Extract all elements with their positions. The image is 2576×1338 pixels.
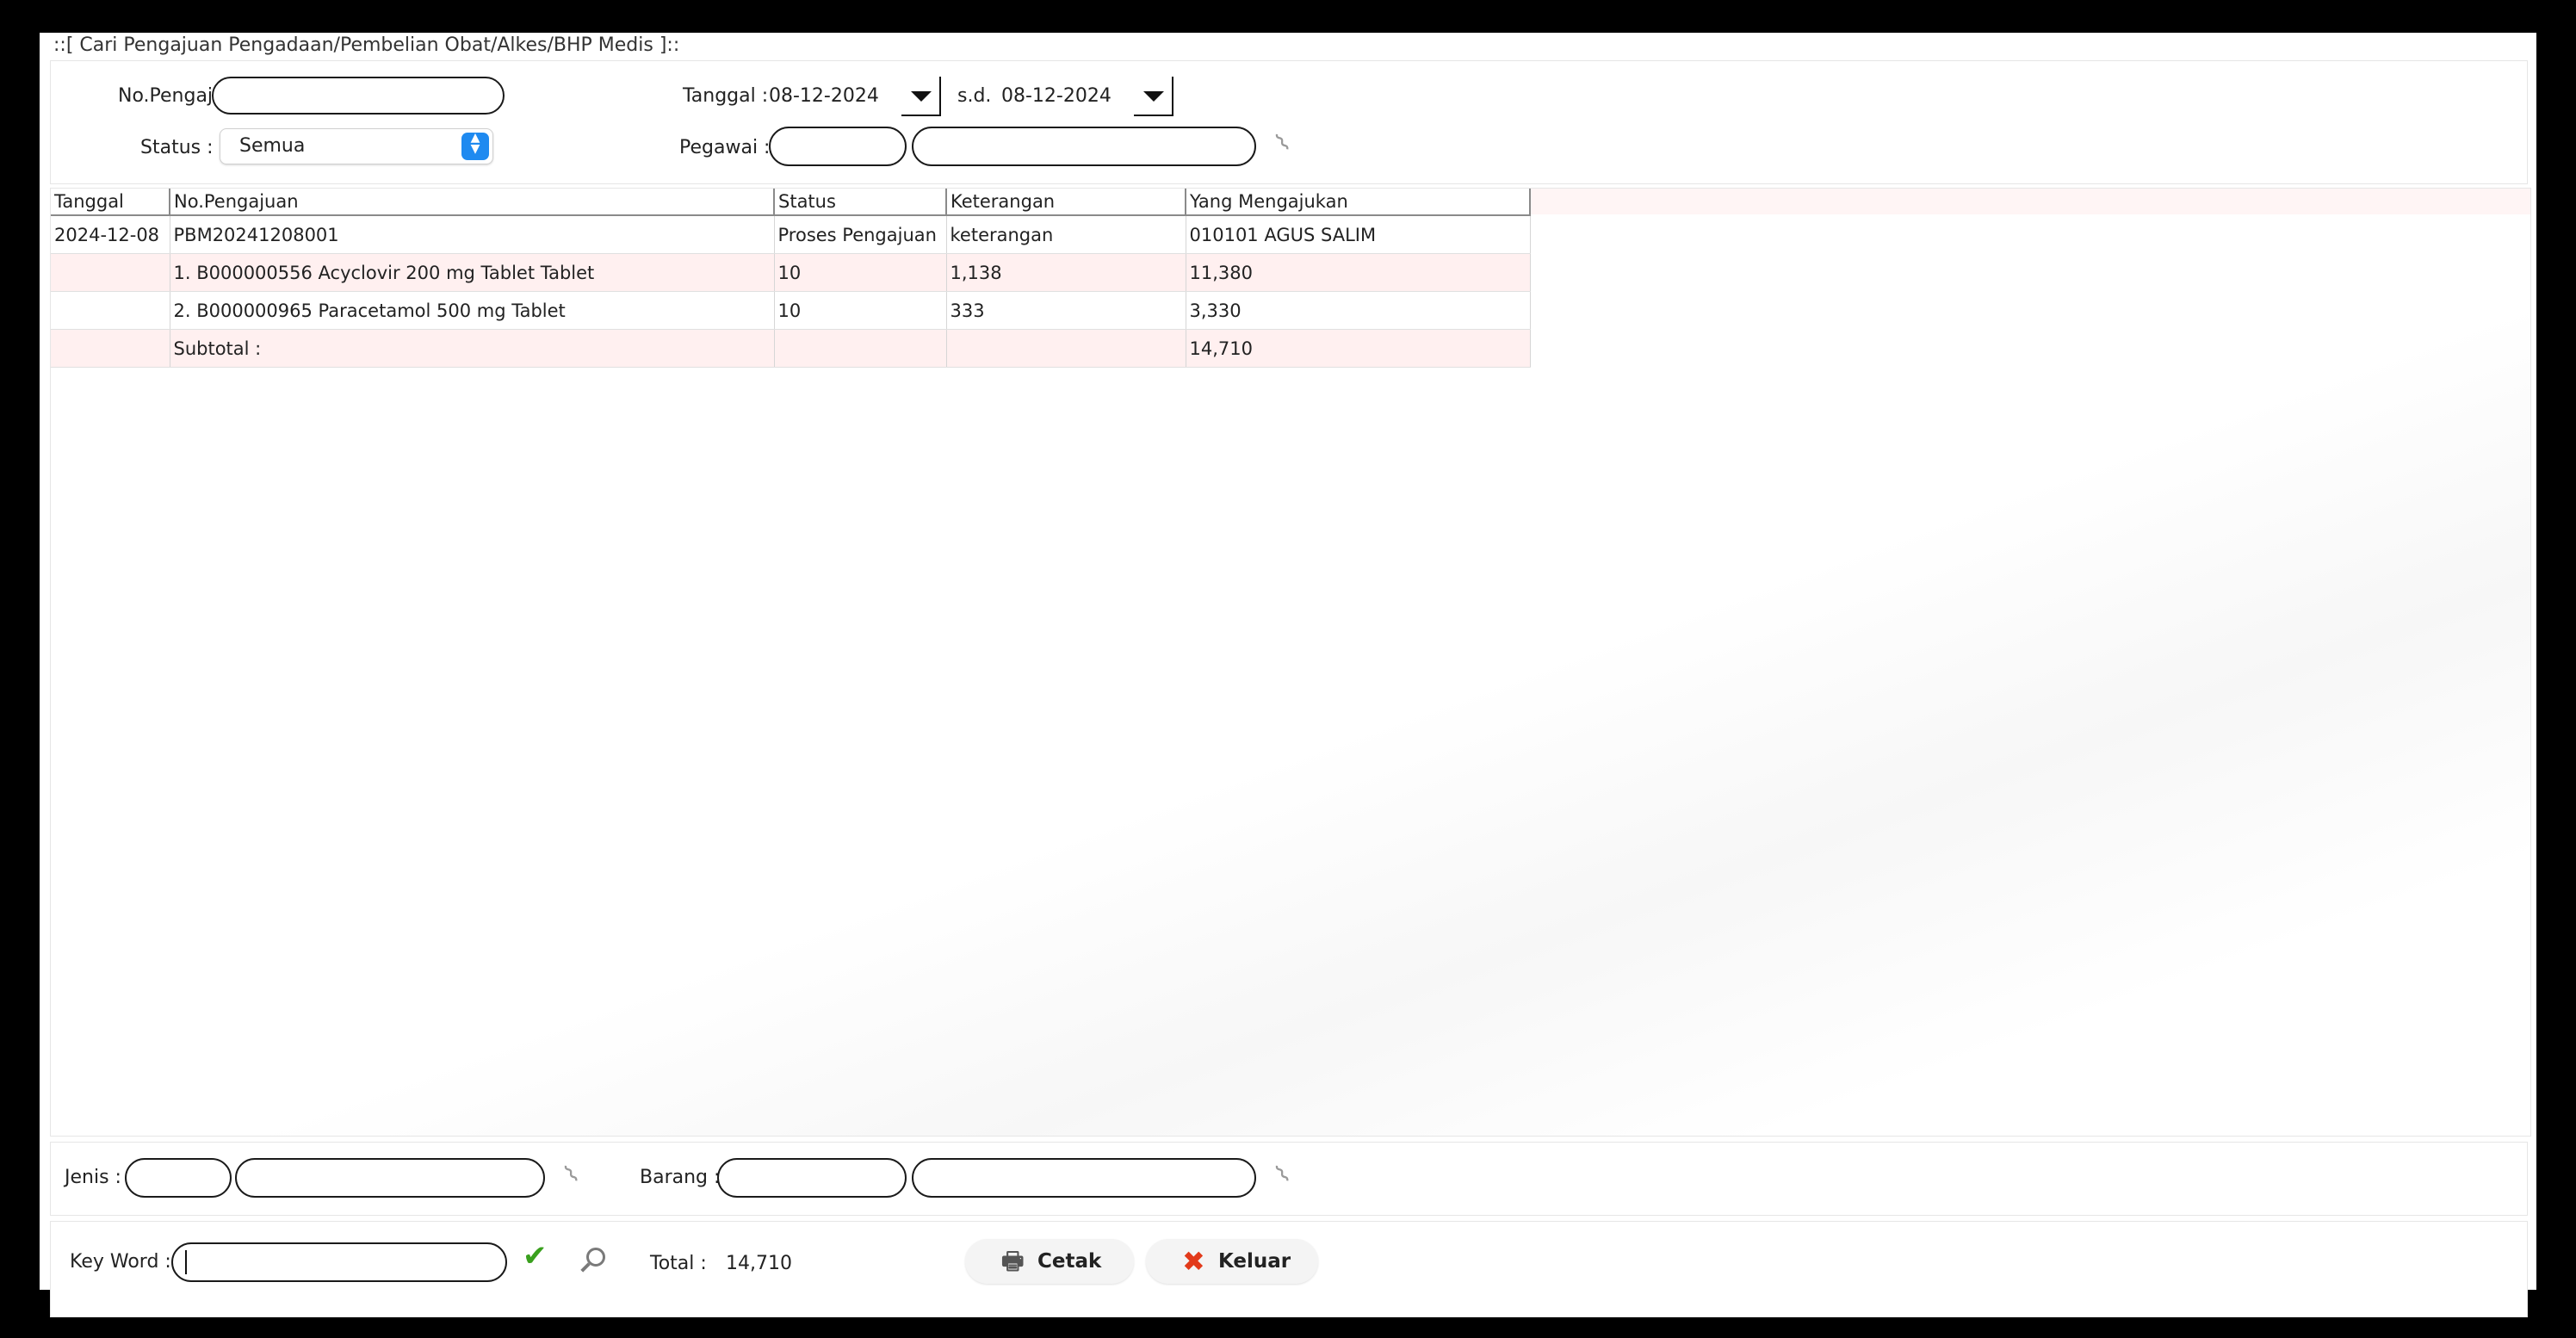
table-cell: Proses Pengajuan bbox=[774, 215, 947, 254]
cetak-button[interactable]: 🖶 Cetak bbox=[965, 1239, 1134, 1284]
tanggal-to-dropdown-icon[interactable] bbox=[1134, 77, 1173, 116]
column-header[interactable]: Status bbox=[774, 189, 947, 216]
barang-label: Barang : bbox=[640, 1167, 721, 1188]
table-cell: 11,380 bbox=[1186, 253, 1531, 292]
grid-header-filler bbox=[1530, 189, 2530, 214]
tanggal-from-field[interactable]: 08-12-2024 bbox=[769, 85, 879, 107]
table-cell bbox=[774, 329, 947, 368]
checkmark-icon[interactable]: ✔ bbox=[523, 1239, 548, 1273]
keyword-input[interactable] bbox=[171, 1242, 507, 1282]
search-window: ::[ Cari Pengajuan Pengadaan/Pembelian O… bbox=[40, 33, 2536, 1317]
column-header[interactable]: Yang Mengajukan bbox=[1186, 189, 1531, 216]
table-cell: 010101 AGUS SALIM bbox=[1186, 215, 1531, 254]
table-cell bbox=[51, 329, 170, 368]
table-cell: 2024-12-08 bbox=[51, 215, 170, 254]
table-row[interactable]: Subtotal : 14,710 bbox=[51, 329, 1531, 368]
table-cell: 3,330 bbox=[1186, 291, 1531, 330]
table-cell: 1. B000000556 Acyclovir 200 mg Tablet Ta… bbox=[170, 253, 775, 292]
cetak-label: Cetak bbox=[1037, 1250, 1102, 1273]
table-cell: keterangan bbox=[946, 215, 1186, 254]
red-x-icon: ✖ bbox=[1182, 1245, 1205, 1278]
window-title: ::[ Cari Pengajuan Pengadaan/Pembelian O… bbox=[53, 34, 680, 56]
table-cell: 10 bbox=[774, 291, 947, 330]
table-cell: 333 bbox=[946, 291, 1186, 330]
no-pengajuan-input[interactable] bbox=[212, 77, 505, 115]
keluar-label: Keluar bbox=[1218, 1250, 1291, 1273]
column-header[interactable]: Tanggal bbox=[51, 189, 170, 216]
table-cell bbox=[51, 253, 170, 292]
jenis-lookup-paperclip-icon[interactable]: ⌇ bbox=[559, 1159, 585, 1189]
status-select[interactable]: Semua ▲ ▼ bbox=[220, 128, 493, 164]
table-cell: 1,138 bbox=[946, 253, 1186, 292]
pegawai-lookup-paperclip-icon[interactable]: ⌇ bbox=[1270, 127, 1296, 158]
filter-panel: No.Pengajuan : Tanggal : 08-12-2024 s.d.… bbox=[50, 60, 2528, 184]
total-label: Total : bbox=[650, 1253, 707, 1274]
barang-lookup-paperclip-icon[interactable]: ⌇ bbox=[1270, 1159, 1296, 1189]
table-cell bbox=[51, 291, 170, 330]
table-row[interactable]: 2024-12-08 PBM20241208001 Proses Pengaju… bbox=[51, 215, 1531, 254]
keluar-button[interactable]: ✖ Keluar bbox=[1146, 1239, 1318, 1284]
magnifier-icon[interactable] bbox=[586, 1248, 605, 1267]
status-label: Status : bbox=[140, 137, 214, 158]
printer-icon: 🖶 bbox=[1001, 1247, 1025, 1275]
results-grid: Tanggal No.Pengajuan Status Keterangan Y… bbox=[50, 188, 2531, 1137]
table-cell: 14,710 bbox=[1186, 329, 1531, 368]
table-cell: 10 bbox=[774, 253, 947, 292]
keyword-label: Key Word : bbox=[70, 1251, 171, 1273]
results-table: Tanggal No.Pengajuan Status Keterangan Y… bbox=[51, 189, 1531, 368]
jenis-label: Jenis : bbox=[65, 1167, 121, 1188]
tanggal-to-field[interactable]: 08-12-2024 bbox=[1001, 85, 1112, 107]
table-row[interactable]: 2. B000000965 Paracetamol 500 mg Tablet … bbox=[51, 291, 1531, 330]
item-filter-panel: Jenis : ⌇ Barang : ⌇ bbox=[50, 1142, 2528, 1216]
text-caret bbox=[185, 1250, 187, 1274]
pegawai-name-input[interactable] bbox=[912, 127, 1256, 166]
table-row[interactable]: 1. B000000556 Acyclovir 200 mg Tablet Ta… bbox=[51, 253, 1531, 292]
updown-arrows-icon: ▲ ▼ bbox=[461, 132, 489, 160]
barang-name-input[interactable] bbox=[912, 1158, 1256, 1198]
table-header-row: Tanggal No.Pengajuan Status Keterangan Y… bbox=[51, 189, 1531, 216]
table-cell: Subtotal : bbox=[170, 329, 775, 368]
table-cell: PBM20241208001 bbox=[170, 215, 775, 254]
total-value: 14,710 bbox=[726, 1253, 792, 1274]
barang-code-input[interactable] bbox=[717, 1158, 907, 1198]
pegawai-label: Pegawai : bbox=[679, 137, 771, 158]
tanggal-from-dropdown-icon[interactable] bbox=[901, 77, 941, 116]
pegawai-code-input[interactable] bbox=[769, 127, 907, 166]
sd-label: s.d. bbox=[957, 85, 992, 107]
tanggal-label: Tanggal : bbox=[683, 85, 769, 107]
table-cell: 2. B000000965 Paracetamol 500 mg Tablet bbox=[170, 291, 775, 330]
footer-panel: Key Word : ✔ Total : 14,710 🖶 Cetak ✖ Ke… bbox=[50, 1221, 2528, 1317]
jenis-name-input[interactable] bbox=[235, 1158, 545, 1198]
table-cell bbox=[946, 329, 1186, 368]
status-select-value: Semua bbox=[239, 135, 306, 157]
jenis-code-input[interactable] bbox=[125, 1158, 232, 1198]
column-header[interactable]: Keterangan bbox=[946, 189, 1186, 216]
column-header[interactable]: No.Pengajuan bbox=[170, 189, 775, 216]
